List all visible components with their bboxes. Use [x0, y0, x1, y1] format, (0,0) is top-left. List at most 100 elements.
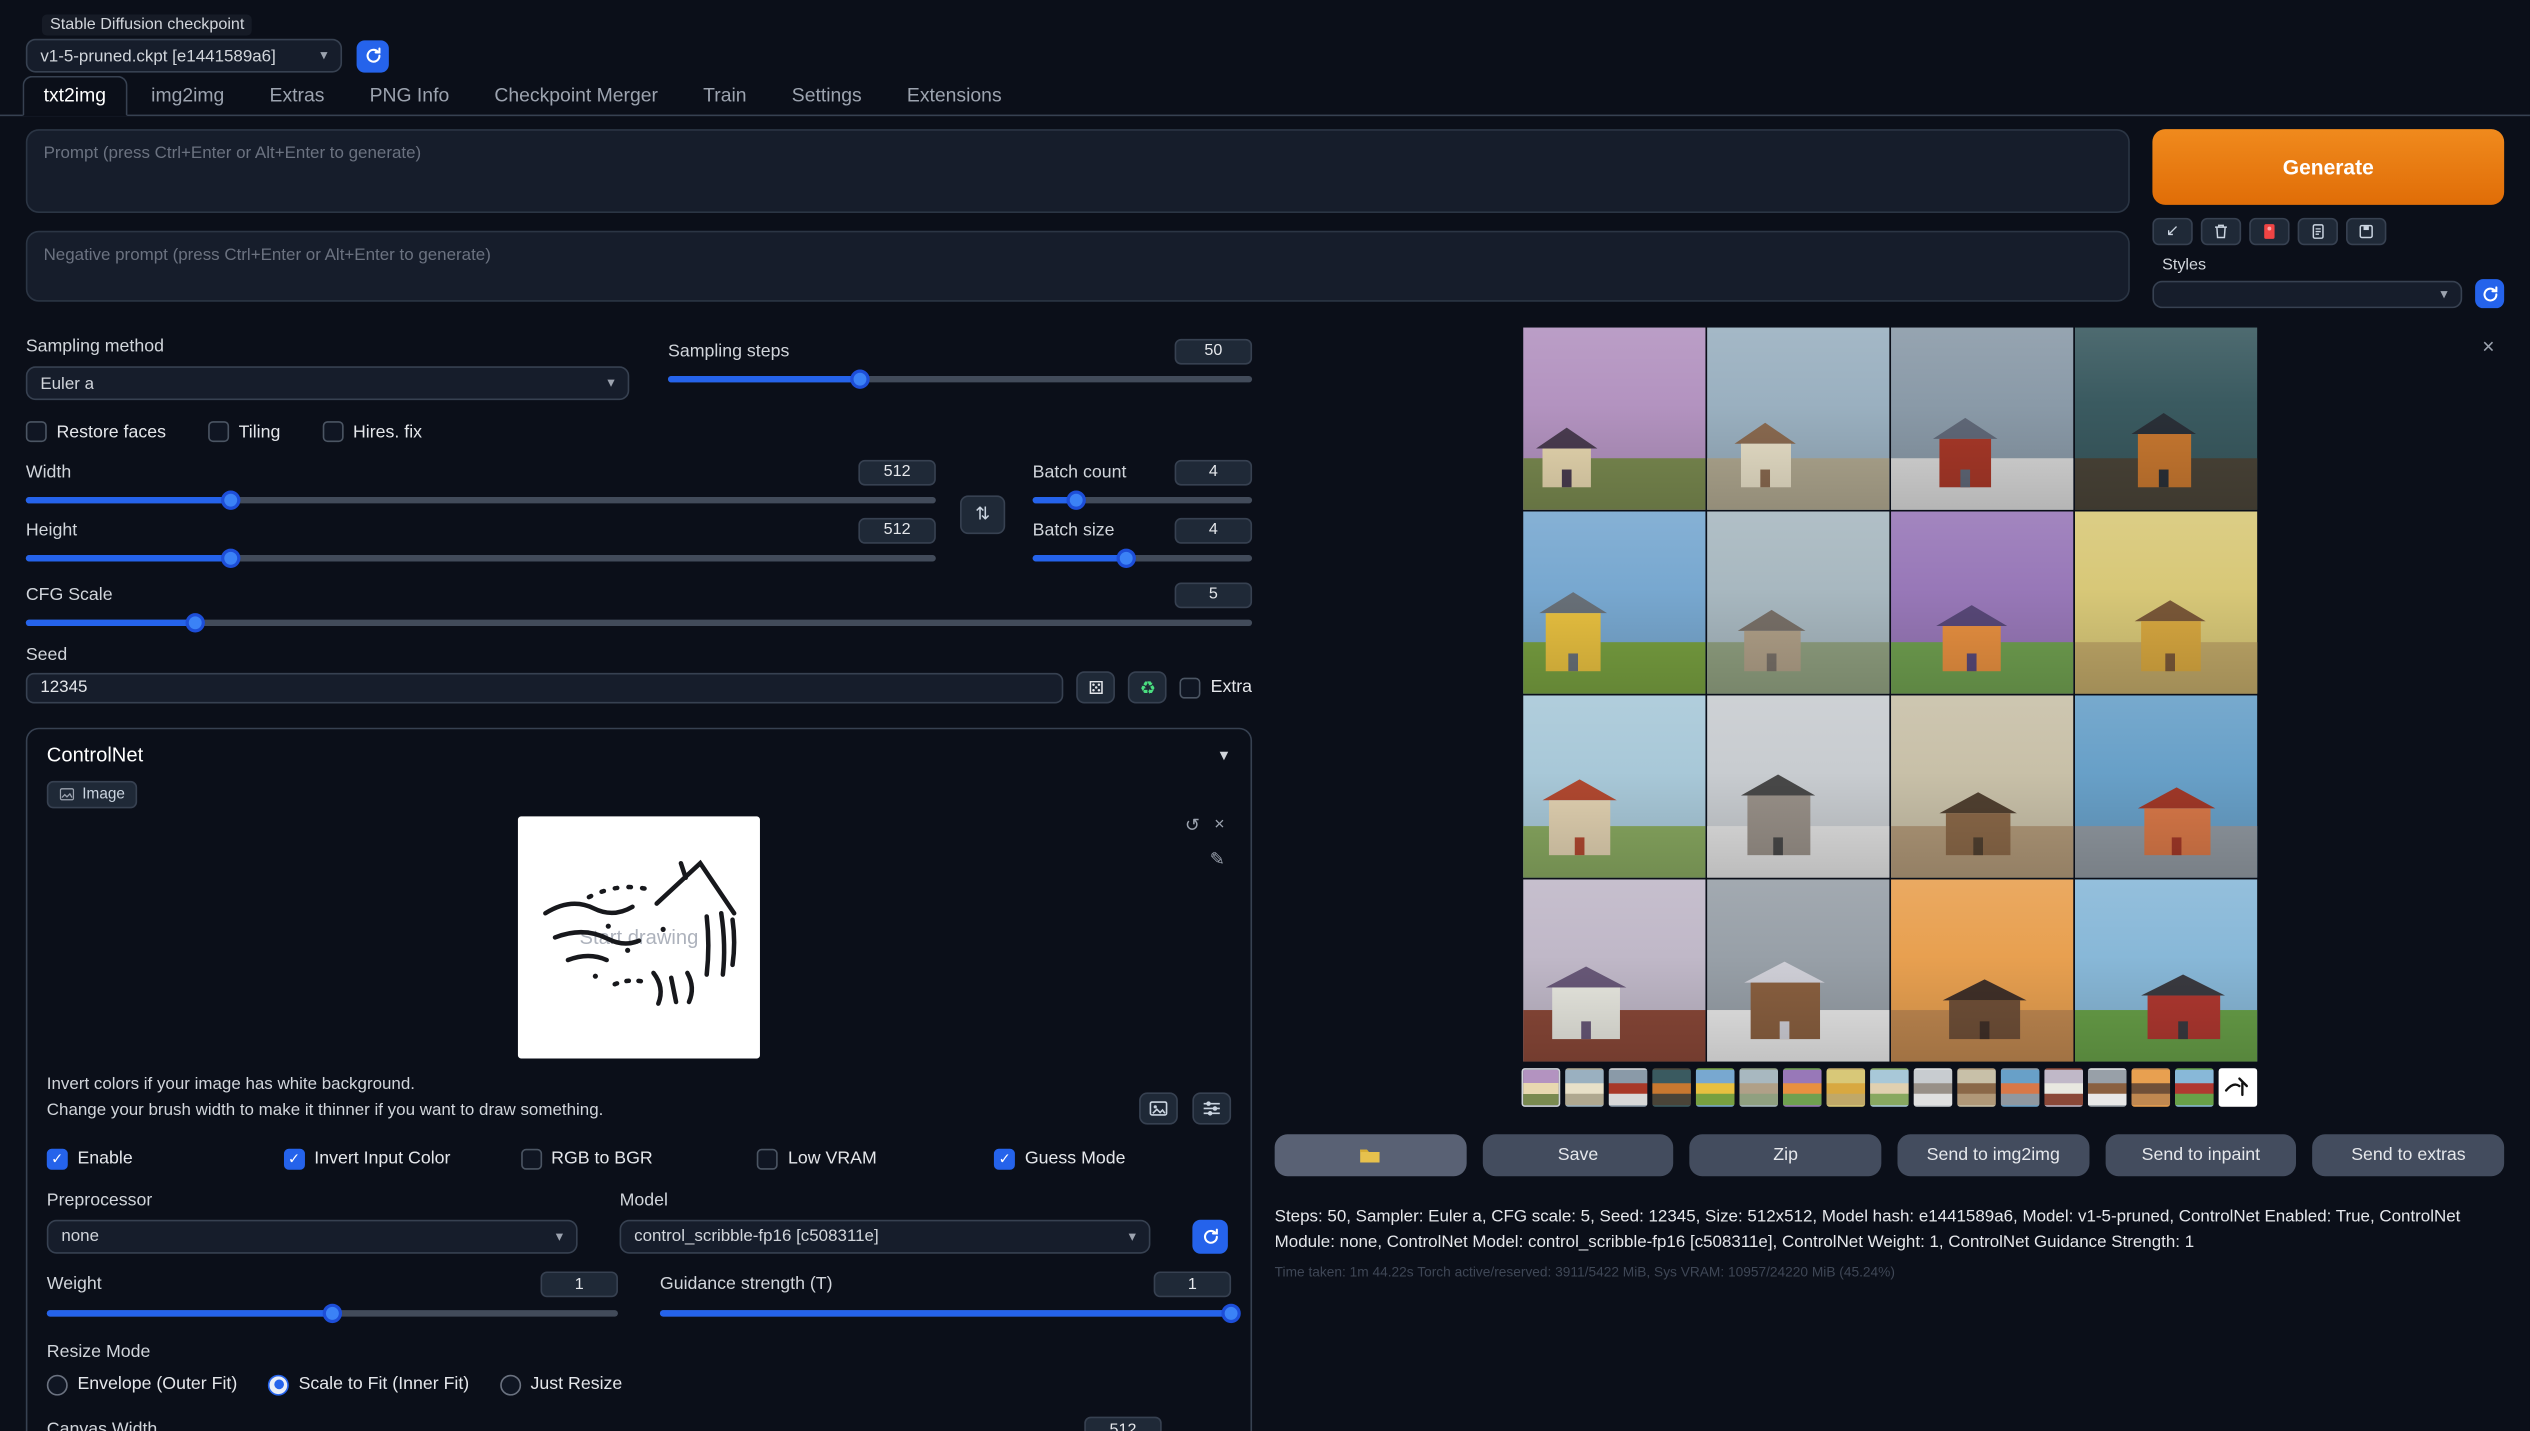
checkbox-tiling[interactable]: Tiling: [208, 421, 280, 442]
guidance-strength-input[interactable]: 1: [1154, 1271, 1231, 1297]
checkbox-restore-faces[interactable]: Restore faces: [26, 421, 166, 442]
tab-extras[interactable]: Extras: [249, 76, 346, 116]
send-to-inpaint-button[interactable]: Send to inpaint: [2105, 1134, 2296, 1176]
weight-track[interactable]: [47, 1309, 618, 1315]
scribble-canvas[interactable]: Start drawing: [518, 816, 760, 1058]
batch-count-input[interactable]: 4: [1175, 459, 1252, 485]
slider-knob[interactable]: [1221, 1303, 1240, 1322]
radio-envelope-outer-fit[interactable]: Envelope (Outer Fit): [47, 1374, 237, 1395]
checkbox-enable[interactable]: Enable: [47, 1148, 284, 1169]
controlnet-accordion[interactable]: ControlNet ▼: [47, 744, 1231, 767]
save-button[interactable]: Save: [1482, 1134, 1673, 1176]
checkbox-invert-input-color[interactable]: Invert Input Color: [284, 1148, 521, 1169]
gallery-image-9[interactable]: [1522, 695, 1704, 877]
negative-prompt-input[interactable]: [26, 231, 2130, 302]
zip-button[interactable]: Zip: [1690, 1134, 1881, 1176]
weight-input[interactable]: 1: [541, 1271, 618, 1297]
cfg-scale-input[interactable]: 5: [1175, 582, 1252, 608]
slider-knob[interactable]: [850, 369, 869, 388]
width-track[interactable]: [26, 497, 936, 503]
styles-dropdown[interactable]: ▾: [2152, 280, 2462, 307]
gallery-image-12[interactable]: [2074, 695, 2256, 877]
random-seed-button[interactable]: ⚄: [1077, 671, 1116, 703]
thumbnail-7[interactable]: [1783, 1068, 1822, 1107]
slider-knob[interactable]: [222, 491, 241, 510]
gallery-image-16[interactable]: [2074, 879, 2256, 1061]
gallery-image-8[interactable]: [2074, 511, 2256, 693]
gallery-image-3[interactable]: [1890, 328, 2072, 510]
model-dropdown[interactable]: control_scribble-fp16 [c508311e] ▾: [620, 1219, 1151, 1253]
gallery-image-4[interactable]: [2074, 328, 2256, 510]
generate-button[interactable]: Generate: [2152, 129, 2504, 205]
thumbnail-15[interactable]: [2131, 1068, 2170, 1107]
preprocessor-dropdown[interactable]: none ▾: [47, 1219, 578, 1253]
checkbox-rgb-to-bgr[interactable]: RGB to BGR: [521, 1148, 758, 1169]
checkpoint-dropdown[interactable]: v1-5-pruned.ckpt [e1441589a6] ▾: [26, 39, 342, 73]
clear-canvas-icon[interactable]: ×: [1214, 815, 1224, 836]
save-style-button[interactable]: [2346, 218, 2386, 245]
tab-checkpoint-merger[interactable]: Checkpoint Merger: [473, 76, 679, 116]
sampling-steps-input[interactable]: 50: [1175, 338, 1252, 364]
thumbnail-10[interactable]: [1914, 1068, 1953, 1107]
paste-params-button[interactable]: ↙: [2152, 218, 2192, 245]
checkbox-low-vram[interactable]: Low VRAM: [757, 1148, 994, 1169]
sampling-steps-track[interactable]: [668, 376, 1252, 382]
tab-train[interactable]: Train: [682, 76, 767, 116]
tab-extensions[interactable]: Extensions: [886, 76, 1023, 116]
slider-knob[interactable]: [222, 549, 241, 568]
tab-img2img[interactable]: img2img: [130, 76, 245, 116]
prompt-input[interactable]: [26, 129, 2130, 213]
gallery-image-15[interactable]: [1890, 879, 2072, 1061]
checkbox-hires-fix[interactable]: Hires. fix: [322, 421, 422, 442]
batch-size-input[interactable]: 4: [1175, 517, 1252, 543]
width-input[interactable]: 512: [858, 459, 935, 485]
gallery-image-2[interactable]: [1706, 328, 1888, 510]
thumbnail-scribble-map[interactable]: [2219, 1068, 2258, 1107]
height-input[interactable]: 512: [858, 517, 935, 543]
thumbnail-6[interactable]: [1739, 1068, 1778, 1107]
extra-networks-button[interactable]: [2249, 218, 2289, 245]
send-to-extras-button[interactable]: Send to extras: [2313, 1134, 2504, 1176]
tab-image[interactable]: Image: [47, 781, 138, 808]
slider-knob[interactable]: [1117, 549, 1136, 568]
gallery-image-10[interactable]: [1706, 695, 1888, 877]
batch-size-track[interactable]: [1033, 555, 1252, 561]
batch-count-track[interactable]: [1033, 497, 1252, 503]
checkbox-extra[interactable]: Extra: [1180, 677, 1252, 698]
thumbnail-9[interactable]: [1870, 1068, 1909, 1107]
slider-knob[interactable]: [185, 613, 204, 632]
brush-icon[interactable]: ✎: [1210, 849, 1225, 870]
height-track[interactable]: [26, 555, 936, 561]
thumbnail-4[interactable]: [1652, 1068, 1691, 1107]
refresh-models-button[interactable]: [1192, 1219, 1227, 1253]
sampling-method-dropdown[interactable]: Euler a ▾: [26, 366, 629, 400]
undo-icon[interactable]: ↺: [1185, 815, 1200, 836]
gallery-image-14[interactable]: [1706, 879, 1888, 1061]
seed-input[interactable]: 12345: [26, 672, 1064, 703]
thumbnail-12[interactable]: [2001, 1068, 2040, 1107]
gallery-image-5[interactable]: [1522, 511, 1704, 693]
radio-just-resize[interactable]: Just Resize: [500, 1374, 622, 1395]
slider-knob[interactable]: [1067, 491, 1086, 510]
thumbnail-5[interactable]: [1696, 1068, 1735, 1107]
thumbnail-8[interactable]: [1826, 1068, 1865, 1107]
gallery-image-13[interactable]: [1522, 879, 1704, 1061]
slider-knob[interactable]: [323, 1303, 342, 1322]
thumbnail-16[interactable]: [2175, 1068, 2214, 1107]
thumbnail-14[interactable]: [2088, 1068, 2127, 1107]
open-folder-button[interactable]: [1275, 1134, 1466, 1176]
close-gallery-button[interactable]: ×: [2482, 336, 2494, 357]
apply-style-button[interactable]: [2298, 218, 2338, 245]
send-to-img2img-button[interactable]: Send to img2img: [1898, 1134, 2089, 1176]
thumbnail-2[interactable]: [1565, 1068, 1604, 1107]
gallery-image-1[interactable]: [1522, 328, 1704, 510]
canvas-width-input[interactable]: 512: [1084, 1417, 1161, 1431]
cfg-scale-track[interactable]: [26, 620, 1252, 626]
refresh-styles-button[interactable]: [2475, 279, 2504, 308]
refresh-checkpoint-button[interactable]: [357, 40, 389, 72]
thumbnail-13[interactable]: [2044, 1068, 2083, 1107]
guidance-strength-track[interactable]: [660, 1309, 1231, 1315]
radio-scale-to-fit-inner-fit[interactable]: Scale to Fit (Inner Fit): [268, 1374, 469, 1395]
gallery-image-11[interactable]: [1890, 695, 2072, 877]
brush-settings-button[interactable]: [1192, 1092, 1231, 1124]
